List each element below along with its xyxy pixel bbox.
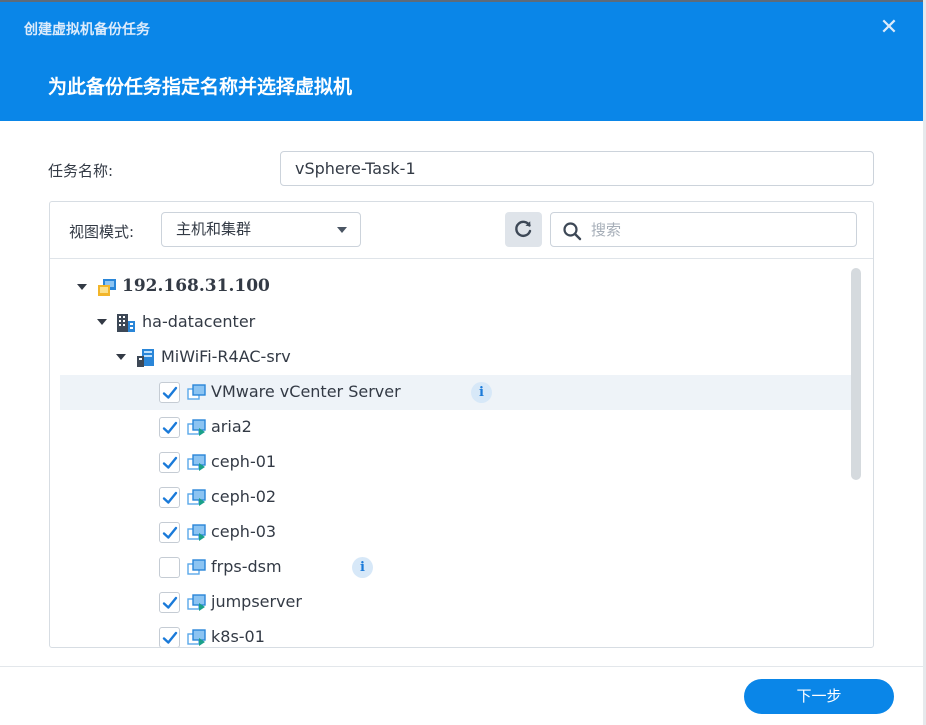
tree-row-host[interactable]: 192.168.31.100 — [60, 270, 860, 305]
refresh-button[interactable] — [505, 212, 542, 247]
tree-row-vm[interactable]: aria2 — [60, 410, 860, 445]
checkmark-icon — [162, 421, 178, 434]
info-icon[interactable]: i — [471, 382, 492, 403]
vm-tree: 192.168.31.100 ha-datacenter MiWiFi-R4AC… — [50, 260, 873, 647]
server-icon — [137, 349, 154, 367]
tree-label-vm: jumpserver — [211, 592, 302, 611]
vm-checkbox[interactable] — [159, 592, 180, 613]
checkmark-icon — [162, 596, 178, 609]
view-mode-value: 主机和集群 — [176, 220, 252, 238]
vm-checkbox[interactable] — [159, 382, 180, 403]
vm-running-icon — [187, 419, 206, 436]
vm-running-icon — [187, 629, 206, 646]
task-name-input[interactable] — [280, 151, 874, 186]
footer-divider — [0, 666, 923, 667]
vm-running-icon — [187, 524, 206, 541]
datacenter-icon — [117, 314, 135, 332]
vm-selection-panel: 视图模式: 主机和集群 搜索 192.168.31.100 ha-datacen… — [49, 201, 874, 648]
checkmark-icon — [162, 491, 178, 504]
info-icon[interactable]: i — [352, 557, 373, 578]
tree-label-vm: aria2 — [211, 417, 252, 436]
tree-row-vm[interactable]: VMware vCenter Server i — [60, 375, 860, 410]
tree-row-vm[interactable]: ceph-02 — [60, 480, 860, 515]
tree-row-vm[interactable]: ceph-03 — [60, 515, 860, 550]
tree-label-vm: frps-dsm — [211, 557, 282, 576]
window-title: 创建虚拟机备份任务 — [24, 22, 150, 38]
vm-checkbox[interactable] — [159, 627, 180, 647]
vm-checkbox[interactable] — [159, 557, 180, 578]
host-icon — [98, 279, 116, 296]
collapse-toggle-icon[interactable] — [116, 354, 126, 360]
next-button[interactable]: 下一步 — [744, 679, 894, 714]
vm-running-icon — [187, 594, 206, 611]
view-mode-select[interactable]: 主机和集群 — [161, 212, 361, 247]
vm-running-icon — [187, 489, 206, 506]
checkmark-icon — [162, 526, 178, 539]
chevron-down-icon — [337, 227, 347, 233]
vm-checkbox[interactable] — [159, 417, 180, 438]
vm-checkbox[interactable] — [159, 487, 180, 508]
tree-row-vm[interactable]: k8s-01 — [60, 620, 860, 647]
vm-icon — [187, 559, 206, 575]
tree-label-server: MiWiFi-R4AC-srv — [161, 347, 291, 366]
tree-scrollbar[interactable] — [851, 268, 861, 480]
tree-row-datacenter[interactable]: ha-datacenter — [60, 305, 860, 340]
task-name-label: 任务名称: — [48, 162, 114, 180]
dialog-header: 创建虚拟机备份任务 ✕ 为此备份任务指定名称并选择虚拟机 — [0, 2, 923, 121]
checkmark-icon — [162, 386, 178, 399]
close-icon[interactable]: ✕ — [878, 17, 900, 39]
collapse-toggle-icon[interactable] — [97, 319, 107, 325]
vm-checkbox[interactable] — [159, 522, 180, 543]
checkmark-icon — [162, 631, 178, 644]
tree-row-vm[interactable]: frps-dsm i — [60, 550, 860, 585]
vm-running-icon — [187, 454, 206, 471]
refresh-icon — [515, 220, 532, 238]
tree-label-vm: k8s-01 — [211, 627, 265, 646]
tree-label-host: 192.168.31.100 — [122, 276, 270, 296]
search-input[interactable] — [591, 213, 851, 246]
vm-icon — [187, 384, 206, 400]
collapse-toggle-icon[interactable] — [77, 284, 87, 290]
tree-row-vm[interactable]: ceph-01 — [60, 445, 860, 480]
tree-label-datacenter: ha-datacenter — [142, 312, 256, 331]
tree-label-vm: ceph-01 — [211, 452, 277, 471]
tree-row-vm[interactable]: jumpserver — [60, 585, 860, 620]
search-box[interactable] — [550, 212, 857, 247]
tree-label-vm: ceph-03 — [211, 522, 277, 541]
checkmark-icon — [162, 456, 178, 469]
view-mode-label: 视图模式: — [69, 223, 135, 241]
backup-task-dialog: 创建虚拟机备份任务 ✕ 为此备份任务指定名称并选择虚拟机 任务名称: 视图模式:… — [0, 0, 926, 725]
dialog-subtitle: 为此备份任务指定名称并选择虚拟机 — [48, 76, 353, 98]
tree-row-server[interactable]: MiWiFi-R4AC-srv — [60, 340, 860, 375]
search-icon — [563, 222, 582, 241]
panel-toolbar: 视图模式: 主机和集群 — [50, 202, 873, 259]
tree-label-vm: ceph-02 — [211, 487, 277, 506]
vm-checkbox[interactable] — [159, 452, 180, 473]
tree-label-vm: VMware vCenter Server — [211, 382, 401, 401]
